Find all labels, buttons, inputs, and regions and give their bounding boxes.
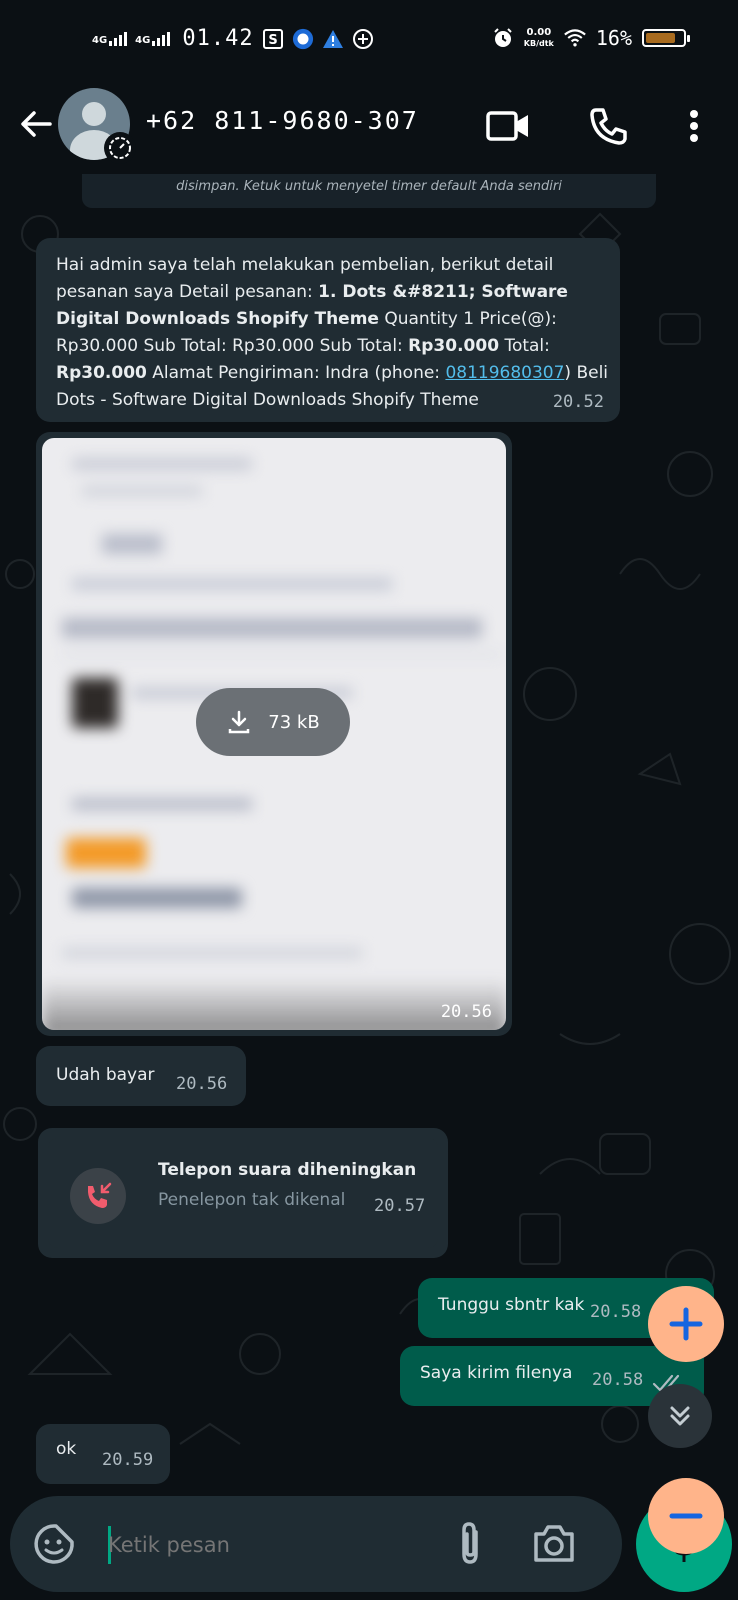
scroll-to-bottom-button[interactable] [648, 1384, 712, 1448]
wifi-icon [564, 27, 586, 49]
file-size: 73 kB [268, 711, 320, 733]
message-input[interactable] [106, 1524, 440, 1566]
minus-icon [669, 1513, 703, 1519]
missed-call-icon [70, 1168, 126, 1224]
chat-header: +62 811-9680-307 [0, 82, 738, 174]
message-timestamp: 20.58 [590, 1302, 642, 1322]
text-run: Total: [499, 336, 550, 356]
download-button[interactable]: 73 kB [196, 688, 350, 756]
paperclip-icon[interactable] [454, 1520, 486, 1568]
video-call-button[interactable] [484, 102, 532, 150]
message-text: ok [56, 1439, 77, 1459]
message-timestamp: 20.56 [440, 1002, 492, 1022]
network-speed: 0.00 KB/dtk [524, 27, 554, 49]
message-text: Udah bayar [56, 1065, 155, 1085]
sticker-icon[interactable] [32, 1522, 76, 1566]
message-text: Tunggu sbntr kak [438, 1295, 585, 1315]
call-details: Telepon suara diheningkan Penelepon tak … [48, 1138, 438, 1248]
signal-icon: 4G [92, 31, 128, 46]
speed-value: 0.00 [526, 27, 552, 38]
alarm-icon [492, 27, 514, 49]
phone-icon [590, 108, 627, 145]
call-title: Telepon suara diheningkan [158, 1160, 417, 1180]
message-composer [10, 1496, 622, 1592]
signal-icon: 4G [135, 31, 171, 46]
camera-icon[interactable] [532, 1522, 576, 1564]
network-type-label: 4G [92, 34, 108, 46]
more-options-button[interactable] [670, 102, 718, 150]
add-circle-icon [352, 28, 374, 50]
video-camera-icon [486, 111, 528, 141]
download-icon [229, 710, 250, 734]
bold-text-run: Rp30.000 [408, 336, 500, 356]
message-timestamp: 20.52 [552, 392, 604, 412]
call-subtitle: Penelepon tak dikenal [158, 1190, 346, 1210]
zoom-in-button[interactable] [648, 1286, 724, 1362]
phone-link[interactable]: 08119680307 [445, 363, 564, 383]
system-notice[interactable]: disimpan. Ketuk untuk menyetel timer def… [82, 174, 656, 208]
voice-call-button[interactable] [584, 102, 632, 150]
clock: 01.42 [182, 26, 254, 51]
bold-text-run: Rp30.000 [56, 363, 147, 383]
warning-icon [322, 28, 344, 50]
kebab-menu-icon [690, 110, 698, 142]
incoming-message[interactable]: Hai admin saya telah melakukan pembelian… [36, 238, 620, 422]
text-run: Alamat Pengiriman: Indra (phone: [146, 363, 446, 383]
svg-text:S: S [268, 33, 277, 48]
message-text: Hai admin saya telah melakukan pembelian… [56, 252, 616, 414]
incoming-message[interactable]: Udah bayar 20.56 [36, 1046, 246, 1106]
battery-percent: 16% [595, 26, 632, 50]
battery-icon [642, 29, 690, 47]
message-timestamp: 20.56 [176, 1074, 228, 1094]
message-timestamp: 20.58 [592, 1370, 644, 1390]
double-chevron-down-icon [670, 1406, 690, 1426]
back-button[interactable] [16, 104, 56, 144]
plus-icon [669, 1307, 703, 1341]
app-notification-icon [292, 28, 314, 50]
message-text: Saya kirim filenya [420, 1363, 573, 1383]
call-notification[interactable]: Telepon suara diheningkan Penelepon tak … [38, 1128, 448, 1258]
disappearing-timer-icon [104, 132, 136, 164]
zoom-out-button[interactable] [648, 1478, 724, 1554]
arrow-left-icon [21, 111, 52, 137]
screenshot-icon: S [262, 28, 284, 50]
speed-unit: KB/dtk [523, 39, 554, 48]
incoming-message[interactable]: ok 20.59 [36, 1424, 170, 1484]
blurred-image-preview[interactable]: 73 kB 20.56 [42, 438, 506, 1030]
status-bar: 4G 4G 01.42 S 0.00 KB/dtk 16% [0, 0, 738, 82]
message-timestamp: 20.57 [374, 1196, 426, 1216]
network-type-label: 4G [135, 34, 151, 46]
message-timestamp: 20.59 [102, 1450, 154, 1470]
contact-name[interactable]: +62 811-9680-307 [146, 106, 419, 135]
